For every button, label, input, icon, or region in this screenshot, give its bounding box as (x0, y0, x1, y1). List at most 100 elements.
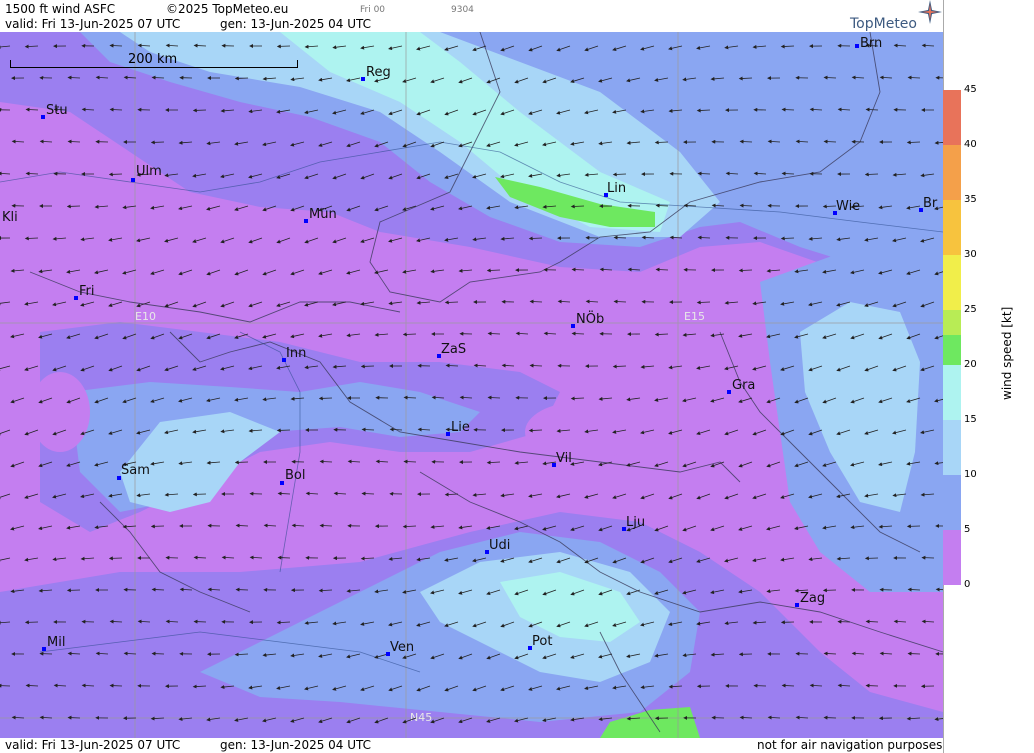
city-pot: Pot (528, 634, 552, 650)
city-brn: Brn (855, 36, 882, 51)
wind-arrow (907, 587, 921, 592)
wind-arrow (780, 44, 795, 49)
legend-title: wind speed [kt] (1000, 306, 1014, 400)
run-code: 9304 (451, 5, 474, 15)
city-nob: NÖb (571, 310, 604, 328)
wind-arrow (696, 300, 711, 305)
topmeteo-logo: TopMeteo (850, 16, 917, 32)
disclaimer: not for air navigation purposes (757, 738, 943, 752)
svg-text:Br: Br (923, 196, 938, 211)
legend-tick-label: 5 (964, 524, 971, 535)
wind-arrow (781, 683, 795, 688)
wind-arrow (781, 171, 795, 176)
legend-tick-label: 40 (964, 139, 977, 150)
svg-text:Reg: Reg (366, 65, 391, 80)
wind-arrow (612, 172, 627, 177)
svg-text:ZaS: ZaS (441, 342, 466, 357)
day-code: Fri 00 (360, 5, 386, 15)
footer-generation-time: gen: 13-Jun-2025 04 UTC (220, 738, 372, 752)
wind-arrow (823, 651, 837, 656)
svg-text:Mün: Mün (309, 207, 337, 222)
city-lin: Lin (604, 181, 626, 197)
calm-pocket-1 (525, 402, 635, 462)
city-udi: Udi (485, 538, 510, 554)
wind-arrow (738, 268, 753, 273)
wind-arrow (67, 651, 81, 656)
generation-time: gen: 13-Jun-2025 04 UTC (220, 17, 372, 31)
svg-text:Lin: Lin (607, 181, 626, 196)
wind-arrow (235, 523, 249, 528)
legend-tick-label: 10 (964, 469, 977, 480)
svg-text:Brn: Brn (860, 36, 882, 51)
svg-text:Ulm: Ulm (136, 164, 162, 179)
legend-band (943, 420, 961, 475)
wind-arrow (109, 107, 123, 112)
svg-text:Lie: Lie (451, 420, 470, 435)
city-zas: ZaS (437, 342, 466, 358)
wind-arrow (654, 332, 669, 337)
city-gra: Gra (727, 378, 755, 394)
wind-arrow (613, 235, 627, 240)
wind-arrow (865, 107, 879, 112)
compass-star-icon (918, 0, 942, 24)
wind-speed-legend (943, 90, 963, 585)
legend-band (943, 90, 961, 145)
wind-arrow (25, 683, 39, 688)
legend-tick-label: 0 (964, 579, 971, 590)
svg-text:Pot: Pot (532, 634, 552, 649)
wind-arrow (696, 108, 711, 113)
wind-arrow (25, 171, 39, 176)
svg-text:Bol: Bol (285, 468, 305, 483)
wind-arrow (193, 43, 207, 48)
legend-band (943, 255, 961, 310)
wind-arrow (823, 139, 837, 144)
footer-valid-time: valid: Fri 13-Jun-2025 07 UTC (5, 738, 181, 752)
wind-arrow (487, 331, 501, 336)
wind-arrow (319, 459, 333, 464)
wind-arrow (570, 396, 585, 401)
city-inn: Inn (282, 346, 306, 362)
svg-text:Inn: Inn (286, 346, 306, 361)
wind-arrow (907, 75, 921, 80)
legend-band (943, 365, 961, 420)
product-title: 1500 ft wind ASFC (5, 2, 116, 16)
legend-band (943, 200, 961, 255)
wind-arrow (445, 363, 459, 368)
wind-arrow (109, 619, 123, 624)
city-wie: Wie (833, 199, 860, 215)
wind-arrow (361, 427, 375, 432)
valid-time: valid: Fri 13-Jun-2025 07 UTC (5, 17, 181, 31)
svg-text:Fri: Fri (79, 284, 95, 299)
wind-arrow (529, 299, 543, 304)
svg-text:NÖb: NÖb (576, 310, 604, 327)
grid-label-n45: N45 (410, 711, 432, 724)
svg-text:Sam: Sam (121, 463, 150, 478)
wind-arrow (193, 555, 207, 560)
wind-arrow (571, 267, 585, 272)
city-reg: Reg (361, 65, 391, 81)
svg-text:Gra: Gra (732, 378, 755, 393)
svg-text:Mil: Mil (47, 635, 65, 650)
copyright: ©2025 TopMeteo.eu (166, 2, 289, 16)
footer-bar: valid: Fri 13-Jun-2025 07 UTC gen: 13-Ju… (0, 738, 943, 753)
svg-text:Lju: Lju (626, 515, 645, 530)
city-mun: Mün (304, 207, 337, 223)
legend-tick-label: 35 (964, 194, 977, 205)
wind-arrow (151, 75, 165, 80)
wind-arrow (151, 587, 165, 592)
legend-band (943, 530, 961, 585)
wind-arrow (277, 491, 291, 496)
wind-arrow (739, 203, 753, 208)
svg-text:Vil: Vil (556, 451, 572, 466)
legend-tick-label: 25 (964, 304, 977, 315)
wind-arrow (403, 395, 417, 400)
svg-text:Wie: Wie (836, 199, 860, 214)
city-zag: Zag (795, 591, 825, 607)
legend-tick-label: 15 (964, 414, 977, 425)
grid-label-e10: E10 (135, 310, 156, 323)
wind-arrow (67, 139, 81, 144)
legend-band (943, 145, 961, 200)
wind-map: E10 E15 N45 Brn Reg Stu Ulm Lin Wie Br K… (0, 32, 943, 738)
legend-band (943, 475, 961, 530)
wind-arrow (612, 364, 627, 369)
